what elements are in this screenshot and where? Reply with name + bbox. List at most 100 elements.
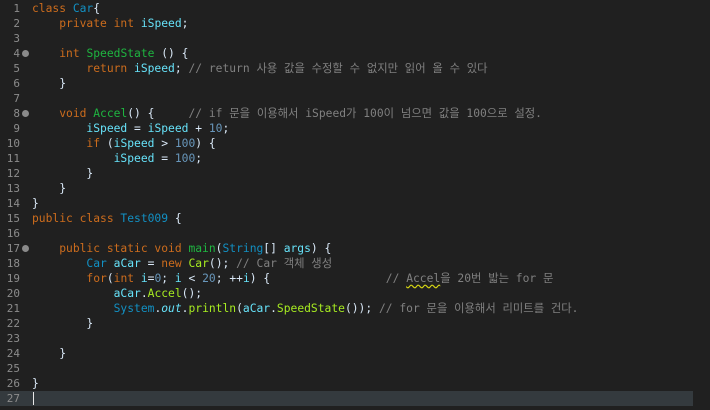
code-token: ;: [174, 62, 189, 75]
code-line[interactable]: 8 void Accel() { // if 문을 이용해서 iSpeed가 1…: [0, 106, 710, 121]
code-token: }: [32, 377, 39, 390]
code-text: if (iSpeed > 100) {: [32, 136, 215, 151]
code-line[interactable]: 17 public static void main(String[] args…: [0, 241, 710, 256]
code-token: SpeedState: [86, 47, 155, 60]
code-token: ());: [344, 302, 379, 315]
line-number: 3: [13, 32, 20, 45]
code-line[interactable]: 23: [0, 331, 710, 346]
line-number: 12: [6, 167, 20, 180]
line-number: 6: [13, 77, 20, 90]
code-token: ;: [161, 272, 175, 285]
code-line[interactable]: 2 private int iSpeed;: [0, 16, 710, 31]
code-line[interactable]: 22 }: [0, 316, 710, 331]
code-line[interactable]: 6 }: [0, 76, 710, 91]
code-token: Accel: [147, 287, 182, 300]
code-line[interactable]: 18 Car aCar = new Car(); // Car 객체 생성: [0, 256, 710, 271]
code-line[interactable]: 15 public class Test009 {: [0, 211, 710, 226]
line-number: 2: [13, 17, 20, 30]
code-token: =: [154, 152, 175, 165]
code-text: iSpeed = 100;: [32, 151, 202, 166]
code-token: int: [59, 47, 87, 60]
code-token: SpeedState: [276, 302, 345, 315]
code-line[interactable]: 9 iSpeed = iSpeed + 10;: [0, 121, 710, 136]
code-text: void Accel() { // if 문을 이용해서 iSpeed가 100…: [32, 106, 542, 121]
code-line[interactable]: 5 return iSpeed; // return 사용 값을 수정할 수 없…: [0, 61, 710, 76]
code-token: aCar: [113, 287, 141, 300]
code-line[interactable]: 12 }: [0, 166, 710, 181]
line-number: 11: [6, 152, 20, 165]
code-line[interactable]: 16: [0, 226, 710, 241]
code-token: i: [174, 272, 182, 285]
code-line[interactable]: 3: [0, 31, 710, 46]
code-token: return: [86, 62, 135, 75]
code-token: public static void: [59, 242, 189, 255]
code-line[interactable]: 4 int SpeedState () {: [0, 46, 710, 61]
code-line[interactable]: 14}: [0, 196, 710, 211]
code-token: //: [385, 272, 407, 285]
code-line[interactable]: 1 class Car{: [0, 1, 710, 16]
code-token: .: [140, 287, 148, 300]
code-line[interactable]: 11 iSpeed = 100;: [0, 151, 710, 166]
code-token: {: [168, 212, 182, 225]
code-line[interactable]: 10 if (iSpeed > 100) {: [0, 136, 710, 151]
code-token: // if 문을 이용해서 iSpeed가 100이 넘으면 값을 100으로 …: [188, 107, 542, 120]
code-line[interactable]: 21 System.out.println(aCar.SpeedState())…: [0, 301, 710, 316]
code-token: >: [154, 137, 175, 150]
code-token: }: [32, 197, 39, 210]
code-line[interactable]: 13 }: [0, 181, 710, 196]
code-token: ) {: [310, 242, 332, 255]
code-line[interactable]: 19 for(int i=0; i < 20; ++i) { // Accel을…: [0, 271, 710, 286]
code-token: 10: [208, 122, 223, 135]
code-token: int: [113, 272, 141, 285]
code-token: out: [161, 302, 182, 315]
code-token: ;: [222, 122, 230, 135]
code-token: ; ++: [215, 272, 243, 285]
code-token: (: [106, 137, 114, 150]
code-token: ();: [181, 287, 203, 300]
code-text: public class Test009 {: [32, 211, 182, 226]
code-text: }: [32, 376, 39, 391]
code-text: }: [32, 346, 66, 361]
fold-toggle-icon[interactable]: [22, 245, 29, 252]
code-token: iSpeed: [113, 137, 155, 150]
code-line[interactable]: 26}: [0, 376, 710, 391]
code-token: i: [242, 272, 250, 285]
code-token: aCar: [113, 257, 141, 270]
line-number: 10: [6, 137, 20, 150]
code-token: .: [270, 302, 277, 315]
code-token: public class: [32, 212, 121, 225]
code-token: 100: [174, 137, 196, 150]
code-token: Accel: [93, 107, 128, 120]
code-token: String: [222, 242, 264, 255]
code-text: class Car{: [32, 1, 100, 16]
line-number: 14: [6, 197, 20, 210]
code-token: // return 사용 값을 수정할 수 없지만 읽어 올 수 있다: [188, 62, 488, 75]
code-text: private int iSpeed;: [32, 16, 188, 31]
code-line[interactable]: 7: [0, 91, 710, 106]
line-number: 27: [6, 392, 20, 405]
fold-toggle-icon[interactable]: [22, 50, 29, 57]
code-text: }: [32, 166, 93, 181]
code-line[interactable]: 27: [0, 391, 693, 406]
code-token: iSpeed: [147, 122, 189, 135]
code-text: iSpeed = iSpeed + 10;: [32, 121, 229, 136]
code-line[interactable]: 20 aCar.Accel();: [0, 286, 710, 301]
code-text: }: [32, 316, 93, 331]
code-line[interactable]: 25: [0, 361, 710, 376]
code-line[interactable]: 24 }: [0, 346, 710, 361]
line-number: 21: [6, 302, 20, 315]
fold-toggle-icon[interactable]: [22, 110, 29, 117]
code-editor[interactable]: 1 class Car{2 private int iSpeed; 3 4 int S…: [0, 0, 710, 410]
line-number: 23: [6, 332, 20, 345]
code-token: }: [32, 77, 67, 90]
code-token: 을 20번 밟는 for 문: [440, 272, 554, 285]
